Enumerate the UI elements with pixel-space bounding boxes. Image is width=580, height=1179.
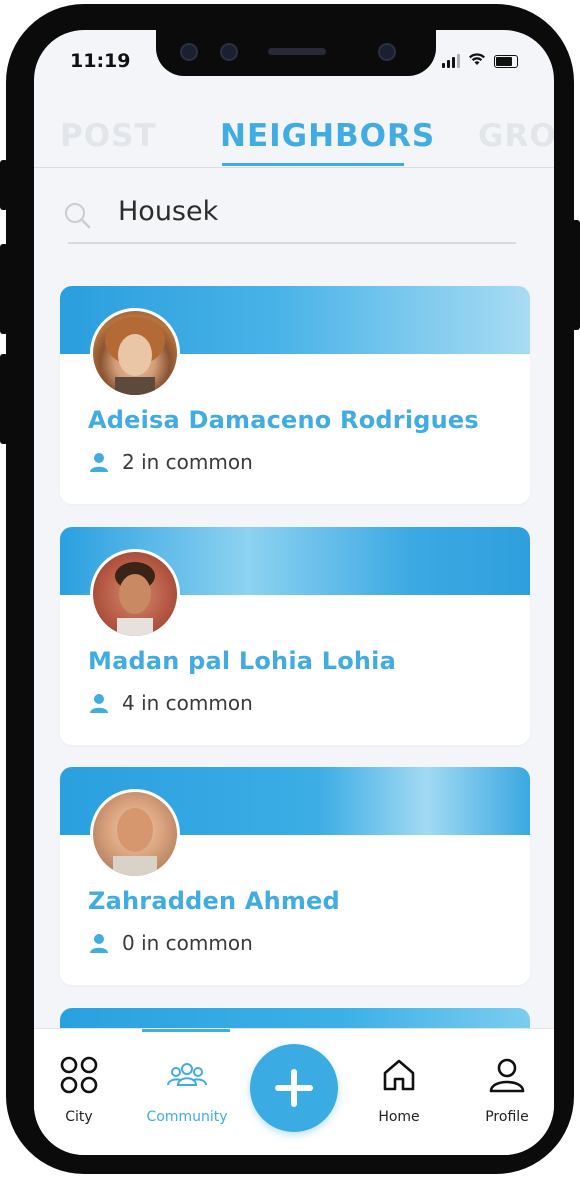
- neighbor-name[interactable]: Zahradden Ahmed: [88, 887, 340, 915]
- side-button-power: [572, 220, 580, 330]
- tab-post[interactable]: POST: [60, 118, 157, 154]
- mutual-count: 2 in common: [88, 450, 253, 474]
- community-icon: [167, 1063, 207, 1086]
- user-icon: [90, 453, 108, 472]
- sensor-icon: [220, 43, 238, 61]
- neighbor-card[interactable]: Adeisa Damaceno Rodrigues 2 in common: [60, 286, 530, 504]
- front-camera-icon: [180, 43, 198, 61]
- search-icon[interactable]: [62, 200, 92, 230]
- status-icons: [442, 52, 518, 68]
- nav-city-label: City: [65, 1109, 93, 1125]
- mutual-count-text: 0 in common: [122, 931, 253, 955]
- nav-community-label: Community: [146, 1109, 228, 1125]
- nav-community[interactable]: Community: [142, 1029, 232, 1155]
- avatar[interactable]: [90, 308, 180, 398]
- battery-icon: [494, 55, 518, 68]
- mutual-count: 0 in common: [88, 931, 253, 955]
- bottom-navigation: City Community Home Profile: [34, 1028, 554, 1155]
- speaker-grille: [268, 48, 326, 55]
- side-button-mute: [0, 160, 8, 210]
- nav-profile-label: Profile: [485, 1109, 529, 1125]
- tab-groups[interactable]: GROU: [478, 118, 554, 154]
- mutual-count-text: 2 in common: [122, 450, 253, 474]
- search-underline: [68, 242, 516, 244]
- search-bar[interactable]: Housek: [58, 190, 518, 248]
- nav-home[interactable]: Home: [354, 1029, 444, 1155]
- add-post-button[interactable]: [250, 1044, 338, 1132]
- side-button-volume-down: [0, 354, 8, 444]
- mutual-count: 4 in common: [88, 691, 253, 715]
- tab-divider: [34, 167, 554, 168]
- active-tab-indicator: [222, 163, 404, 166]
- user-icon: [90, 934, 108, 953]
- status-time: 11:19: [70, 50, 131, 72]
- avatar[interactable]: [90, 789, 180, 879]
- neighbor-card[interactable]: Zahradden Ahmed 0 in common: [60, 767, 530, 985]
- proximity-sensor-icon: [378, 43, 396, 61]
- neighbor-name[interactable]: Madan pal Lohia Lohia: [88, 647, 396, 675]
- search-input[interactable]: Housek: [118, 196, 218, 227]
- home-icon: [383, 1059, 415, 1091]
- avatar[interactable]: [90, 549, 180, 639]
- camera-notch: [156, 30, 436, 76]
- neighbor-name[interactable]: Adeisa Damaceno Rodrigues: [88, 406, 479, 434]
- profile-icon: [489, 1058, 525, 1093]
- side-button-volume-up: [0, 244, 8, 334]
- tab-bar: POST NEIGHBORS GROU: [34, 118, 554, 166]
- neighbor-card[interactable]: Madan pal Lohia Lohia 4 in common: [60, 527, 530, 745]
- cellular-signal-icon: [442, 54, 460, 68]
- app-screen: 11:19 POST NEIGHBORS GROU Housek: [34, 30, 554, 1155]
- tab-neighbors[interactable]: NEIGHBORS: [220, 118, 435, 154]
- mutual-count-text: 4 in common: [122, 691, 253, 715]
- nav-profile[interactable]: Profile: [462, 1029, 552, 1155]
- nav-city[interactable]: City: [34, 1029, 124, 1155]
- user-icon: [90, 694, 108, 713]
- grid-circles-icon: [60, 1056, 98, 1094]
- wifi-icon: [468, 52, 486, 68]
- nav-home-label: Home: [378, 1109, 420, 1125]
